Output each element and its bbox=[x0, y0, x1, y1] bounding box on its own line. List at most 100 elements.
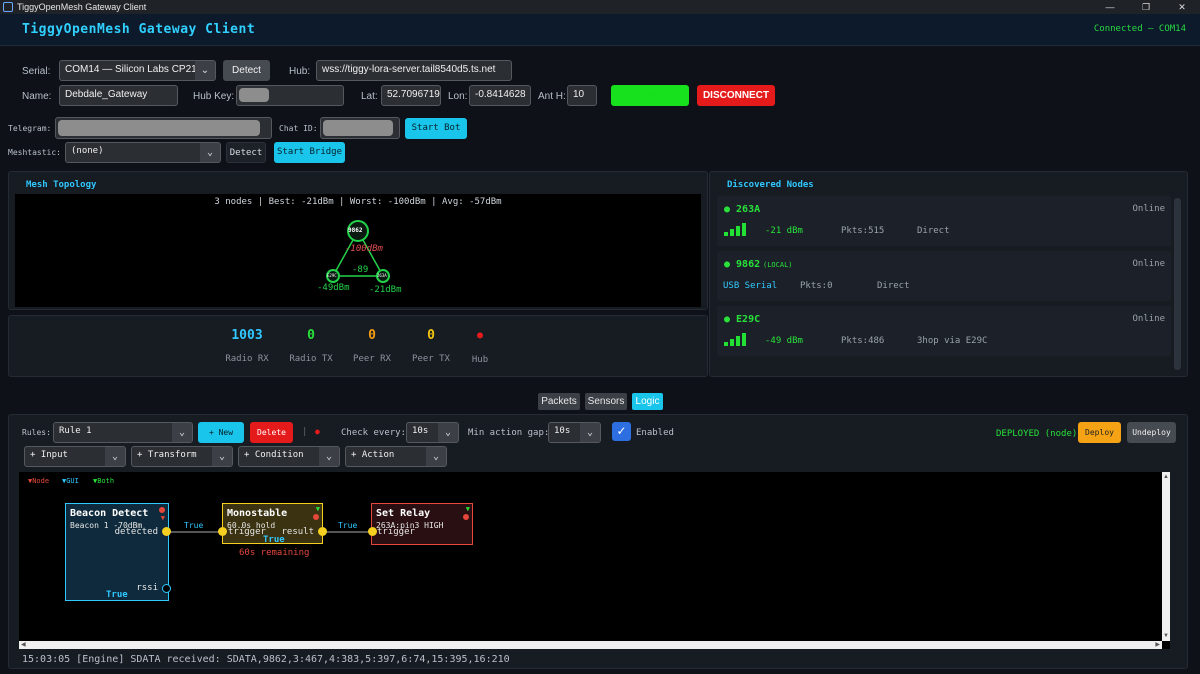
connect-button[interactable]: CONNECT bbox=[611, 85, 689, 106]
delete-rule-button[interactable]: Delete bbox=[250, 422, 293, 443]
port-detected[interactable] bbox=[162, 527, 171, 536]
min-action-gap-label: Min action gap: bbox=[468, 428, 550, 438]
add-action-label: + Action bbox=[351, 450, 395, 460]
window-title: TiggyOpenMesh Gateway Client bbox=[17, 2, 147, 12]
scroll-right-icon[interactable]: ▶ bbox=[1155, 641, 1160, 648]
port-label-rssi: rssi bbox=[136, 583, 158, 593]
window-titlebar: TiggyOpenMesh Gateway Client — ❐ ✕ bbox=[0, 0, 1200, 14]
start-bridge-button[interactable]: Start Bridge bbox=[274, 142, 345, 163]
stat-label: Hub bbox=[471, 355, 489, 365]
port-label-detected: detected bbox=[114, 527, 158, 537]
toolbar-separator: | bbox=[302, 427, 308, 437]
redacted-chat-id bbox=[323, 120, 393, 136]
monostable-block[interactable]: Monostable 60.0s hold trigger result Tru… bbox=[222, 503, 323, 545]
minimize-icon[interactable]: — bbox=[1092, 0, 1128, 14]
mesh-topology-panel: Mesh Topology 3 nodes | Best: -21dBm | W… bbox=[8, 171, 708, 310]
node-status: Online bbox=[1132, 314, 1165, 324]
node-name: ● E29C bbox=[724, 314, 761, 325]
stat-value: 0 bbox=[307, 328, 315, 343]
meshtastic-detect-button[interactable]: Detect bbox=[226, 142, 266, 163]
node-card-e29c[interactable]: ● E29C Online -49 dBm Pkts:486 3hop via … bbox=[717, 306, 1171, 356]
port-trigger[interactable] bbox=[218, 527, 227, 536]
app-icon bbox=[3, 2, 13, 12]
stat-label: Peer RX bbox=[353, 354, 391, 364]
name-input[interactable]: Debdale_Gateway bbox=[59, 85, 178, 106]
hub-key-input[interactable] bbox=[236, 85, 344, 106]
deploy-button[interactable]: Deploy bbox=[1078, 422, 1121, 443]
vertical-scrollbar[interactable]: ▲ ▼ bbox=[1162, 472, 1170, 641]
add-action-select[interactable]: + Action ⌄ bbox=[345, 446, 447, 467]
add-condition-select[interactable]: + Condition ⌄ bbox=[238, 446, 340, 467]
chevron-down-icon: ⌄ bbox=[319, 447, 339, 466]
serial-value: COM14 — Silicon Labs CP21 bbox=[65, 64, 197, 75]
lat-label: Lat: bbox=[361, 91, 378, 102]
port-trigger[interactable] bbox=[368, 527, 377, 536]
undeploy-button[interactable]: Undeploy bbox=[1127, 422, 1176, 443]
status-dot-icon bbox=[313, 514, 319, 520]
logic-canvas[interactable]: ▼Node ▼GUI ▼Both True True Beacon Detect… bbox=[19, 472, 1170, 649]
port-result[interactable] bbox=[318, 527, 327, 536]
maximize-icon[interactable]: ❐ bbox=[1128, 0, 1164, 14]
tab-packets[interactable]: Packets bbox=[538, 393, 580, 410]
scroll-left-icon[interactable]: ◀ bbox=[21, 641, 26, 648]
lon-input[interactable]: -0.8414628 bbox=[469, 85, 531, 106]
chevron-down-icon: ⌄ bbox=[580, 423, 600, 442]
lat-input[interactable]: 52.7096719 bbox=[381, 85, 441, 106]
min-action-gap-select[interactable]: 10s ⌄ bbox=[548, 422, 601, 443]
serial-detect-button[interactable]: Detect bbox=[223, 60, 270, 81]
telegram-token-input[interactable] bbox=[55, 117, 272, 139]
tab-sensors[interactable]: Sensors bbox=[585, 393, 627, 410]
block-state: True bbox=[263, 535, 285, 545]
add-input-select[interactable]: + Input ⌄ bbox=[24, 446, 126, 467]
chevron-down-icon: ⌄ bbox=[212, 447, 232, 466]
chevron-down-icon: ⌄ bbox=[105, 447, 125, 466]
port-label-result: result bbox=[281, 527, 314, 537]
redacted-hub-key bbox=[239, 88, 269, 102]
check-every-select[interactable]: 10s ⌄ bbox=[406, 422, 459, 443]
check-every-label: Check every: bbox=[341, 428, 407, 438]
scroll-down-icon[interactable]: ▼ bbox=[1163, 633, 1169, 639]
node-card-9862[interactable]: ● 9862 (LOCAL) Online USB Serial Pkts:0 … bbox=[717, 251, 1171, 301]
node-e29c-rssi: -49dBm bbox=[317, 283, 350, 293]
nodes-scrollbar[interactable] bbox=[1174, 198, 1181, 370]
serial-label: Serial: bbox=[22, 66, 51, 77]
chevron-down-icon: ⌄ bbox=[200, 143, 220, 162]
hub-status-dot: ● bbox=[476, 330, 484, 341]
new-rule-button[interactable]: + New bbox=[198, 422, 244, 443]
start-bot-button[interactable]: Start Bot bbox=[405, 118, 467, 139]
node-pkts: Pkts:515 bbox=[841, 226, 885, 236]
node-card-263a[interactable]: ● 263A Online -21 dBm Pkts:515 Direct bbox=[717, 196, 1171, 246]
set-relay-block[interactable]: Set Relay 263A:pin3 HIGH trigger ▼ bbox=[371, 503, 473, 545]
disconnect-button[interactable]: DISCONNECT bbox=[697, 85, 775, 106]
scroll-up-icon[interactable]: ▲ bbox=[1163, 474, 1169, 480]
chat-id-input[interactable] bbox=[320, 117, 400, 139]
chat-id-label: Chat ID: bbox=[279, 124, 318, 133]
wires bbox=[167, 531, 373, 533]
node-signal: USB Serial bbox=[723, 281, 778, 291]
meshtastic-select[interactable]: (none) ⌄ bbox=[65, 142, 221, 163]
telegram-label: Telegram: bbox=[8, 124, 52, 133]
add-transform-select[interactable]: + Transform ⌄ bbox=[131, 446, 233, 467]
close-icon[interactable]: ✕ bbox=[1164, 0, 1200, 14]
rule-select[interactable]: Rule 1 ⌄ bbox=[53, 422, 193, 443]
node-signal: -21 dBm bbox=[765, 226, 803, 236]
chevron-down-icon: ⌄ bbox=[172, 423, 192, 442]
stat-radio-tx: 0 Radio TX bbox=[281, 328, 341, 364]
min-action-gap-value: 10s bbox=[554, 426, 571, 436]
monostable-remaining: 60s remaining bbox=[239, 548, 310, 558]
horizontal-scrollbar[interactable]: ◀ ▶ bbox=[19, 641, 1162, 649]
enabled-checkbox[interactable]: ✓ bbox=[612, 422, 631, 441]
port-rssi[interactable] bbox=[162, 584, 171, 593]
block-title: Beacon Detect bbox=[70, 508, 149, 519]
tab-logic[interactable]: Logic bbox=[632, 393, 663, 410]
node-name: ● 9862 bbox=[724, 259, 761, 270]
serial-select[interactable]: COM14 — Silicon Labs CP21 ⌄ bbox=[59, 60, 216, 81]
rule-status-dot: ● bbox=[315, 427, 320, 436]
hub-url-input[interactable]: wss://tiggy-lora-server.tail8540d5.ts.ne… bbox=[316, 60, 512, 81]
block-title: Monostable bbox=[227, 508, 288, 519]
ant-h-input[interactable]: 10 bbox=[567, 85, 597, 106]
beacon-detect-block[interactable]: Beacon Detect Beacon 1 -70dBm detected r… bbox=[65, 503, 169, 601]
chevron-down-icon: ⌄ bbox=[426, 447, 446, 466]
node-e29c-label: E29C bbox=[327, 273, 337, 278]
engine-status-line: 15:03:05 [Engine] SDATA received: SDATA,… bbox=[22, 654, 510, 665]
